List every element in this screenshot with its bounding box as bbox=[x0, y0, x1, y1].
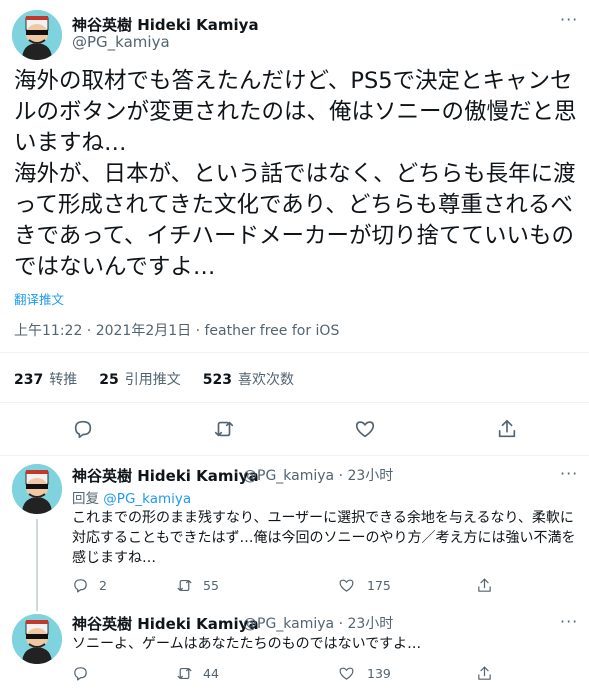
retweet-icon[interactable]: 44 bbox=[176, 663, 219, 683]
author-name[interactable]: 神谷英樹 Hideki Kamiya bbox=[72, 613, 259, 634]
stat-quotes[interactable]: 25 引用推文 bbox=[99, 369, 180, 389]
reply-time[interactable]: · 23小时 bbox=[339, 616, 394, 632]
ellipsis-icon[interactable]: ··· bbox=[560, 614, 578, 630]
reply-context: 回复 @PG_kamiya bbox=[72, 491, 192, 507]
like-icon[interactable] bbox=[354, 418, 378, 442]
reply-text: これまでの形のまま残すなり、ユーザーに選択できる余地を与えるなり、柔軟に対応する… bbox=[72, 510, 576, 566]
share-icon[interactable] bbox=[476, 663, 493, 683]
like-count: 175 bbox=[367, 577, 391, 593]
retweet-icon[interactable]: 55 bbox=[176, 575, 219, 595]
reply-actions: 44 139 bbox=[72, 663, 512, 683]
tweet-timestamp[interactable]: 上午11:22 · 2021年2月1日 · feather free for i… bbox=[14, 320, 339, 340]
author-handle[interactable]: @PG_kamiya bbox=[72, 33, 170, 51]
like-icon[interactable]: 139 bbox=[338, 663, 391, 683]
translate-tweet-link[interactable]: 翻译推文 bbox=[14, 289, 64, 308]
avatar[interactable] bbox=[12, 464, 62, 514]
ellipsis-icon[interactable]: ··· bbox=[560, 466, 578, 482]
divider bbox=[0, 455, 589, 456]
reply-icon[interactable]: 2 bbox=[72, 575, 107, 595]
author-handle[interactable]: @PG_kamiya · 23小时 bbox=[243, 465, 393, 485]
divider bbox=[0, 402, 589, 403]
author-name[interactable]: 神谷英樹 Hideki Kamiya bbox=[72, 465, 259, 486]
stat-likes[interactable]: 523 喜欢次数 bbox=[203, 369, 294, 389]
reply-to-handle[interactable]: @PG_kamiya bbox=[103, 491, 191, 507]
share-icon[interactable] bbox=[496, 418, 520, 442]
retweet-count: 55 bbox=[203, 577, 219, 593]
retweet-icon[interactable] bbox=[213, 418, 237, 442]
reply-count: 2 bbox=[99, 577, 107, 593]
author-handle[interactable]: @PG_kamiya · 23小时 bbox=[243, 613, 393, 633]
avatar-image bbox=[12, 464, 62, 514]
tweet-stats: 237 转推 25 引用推文 523 喜欢次数 bbox=[14, 369, 294, 389]
thread-line bbox=[36, 519, 38, 611]
reply-actions: 2 55 175 bbox=[72, 575, 512, 595]
divider bbox=[0, 352, 589, 353]
tweet-actions bbox=[0, 418, 589, 442]
share-icon[interactable] bbox=[476, 575, 493, 595]
like-count: 139 bbox=[367, 665, 391, 681]
avatar[interactable] bbox=[12, 614, 62, 664]
ellipsis-icon[interactable]: ··· bbox=[560, 12, 578, 28]
stat-retweets[interactable]: 237 转推 bbox=[14, 369, 77, 389]
avatar-image bbox=[12, 614, 62, 664]
avatar-image bbox=[12, 10, 62, 60]
tweet-text: 海外の取材でも答えたんだけど、PS5で決定とキャンセルのボタンが変更されたのは、… bbox=[14, 68, 577, 280]
reply-text: ソニーよ、ゲームはあなたたちのものではないですよ… bbox=[72, 636, 422, 652]
reply-icon[interactable] bbox=[72, 663, 89, 683]
author-name[interactable]: 神谷英樹 Hideki Kamiya bbox=[72, 14, 259, 35]
avatar[interactable] bbox=[12, 10, 62, 60]
like-icon[interactable]: 175 bbox=[338, 575, 391, 595]
reply-icon[interactable] bbox=[72, 418, 96, 442]
retweet-count: 44 bbox=[203, 665, 219, 681]
reply-time[interactable]: · 23小时 bbox=[339, 468, 394, 484]
